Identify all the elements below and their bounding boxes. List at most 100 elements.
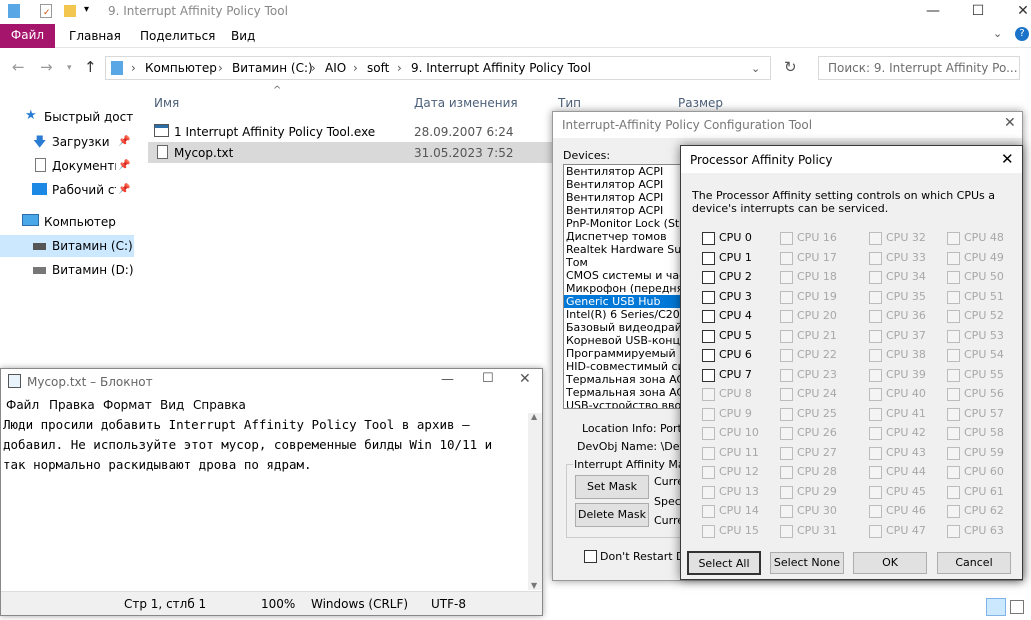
cpu-25-label: CPU 25 [797, 406, 837, 420]
device-list-item[interactable]: USB-устройство ввода [564, 399, 687, 408]
menu-edit[interactable]: Правка [49, 398, 95, 412]
ribbon-tab-home[interactable]: Главная [69, 29, 121, 43]
cpu-10-checkbox [702, 427, 715, 440]
cpu-6-checkbox[interactable] [702, 349, 715, 362]
device-list-item[interactable]: Realtek Hardware Suppo [564, 243, 687, 256]
file-name[interactable]: Мусор.txt [174, 146, 233, 160]
device-list[interactable]: Вентилятор ACPI Вентилятор ACPI Вентилятор… [563, 164, 688, 409]
cpu-23-label: CPU 23 [797, 367, 837, 381]
window-title: 9. Interrupt Affinity Policy Tool [108, 4, 288, 18]
sidebar-item-desktop[interactable]: Рабочий стол [52, 183, 116, 205]
cpu-0-checkbox[interactable] [702, 232, 715, 245]
breadcrumb-computer[interactable]: Компьютер [145, 61, 217, 75]
select-all-button[interactable]: Select All [687, 551, 761, 575]
ribbon-expand-icon[interactable]: ⌄ [993, 27, 1002, 40]
close-button[interactable]: ✕ [519, 371, 531, 387]
device-list-item[interactable]: Микрофон (передняя п [564, 282, 687, 295]
menu-file[interactable]: Файл [6, 398, 39, 412]
cpu-29-label: CPU 29 [797, 484, 837, 498]
device-list-item[interactable]: HID-совместимый систе [564, 360, 687, 373]
sidebar-item-documents[interactable]: Документы [52, 159, 116, 181]
cpu-2-checkbox[interactable] [702, 271, 715, 284]
pin-icon[interactable]: 📌 [118, 160, 130, 171]
sidebar-item-drive-c[interactable]: Витамин (C:) [52, 239, 133, 261]
sidebar-item-drive-d[interactable]: Витамин (D:) [52, 263, 134, 285]
device-list-item[interactable]: Базовый видеодрайвер [564, 321, 687, 334]
breadcrumb-soft[interactable]: soft [367, 61, 389, 75]
notepad-text-area[interactable]: Люди просили добавить Interrupt Affinity… [3, 415, 528, 475]
menu-format[interactable]: Формат [103, 398, 152, 412]
properties-icon[interactable]: ✓ [40, 4, 52, 18]
ribbon-tab-share[interactable]: Поделиться [140, 29, 215, 43]
cancel-button[interactable]: Cancel [937, 552, 1011, 574]
delete-mask-button[interactable]: Delete Mask [575, 503, 649, 527]
ok-button[interactable]: OK [853, 552, 927, 574]
maximize-button[interactable]: ☐ [482, 371, 494, 386]
address-dropdown-icon[interactable]: ⌄ [751, 62, 760, 75]
tiles-view-icon[interactable] [1010, 600, 1024, 614]
breadcrumb-sep-icon: › [218, 61, 223, 75]
menu-view[interactable]: Вид [160, 398, 184, 412]
column-date[interactable]: Дата изменения [414, 96, 518, 110]
quick-access-dropdown-icon[interactable]: ▾ [84, 4, 89, 15]
device-list-item[interactable]: Вентилятор ACPI [564, 178, 687, 191]
cpu-3-checkbox[interactable] [702, 290, 715, 304]
cpu-55-label: CPU 55 [964, 367, 1004, 381]
close-button[interactable]: ✕ [1001, 150, 1014, 168]
device-list-item[interactable]: Корневой USB-концент [564, 334, 687, 347]
breadcrumb-drive[interactable]: Витамин (C:) [232, 61, 313, 75]
breadcrumb-current[interactable]: 9. Interrupt Affinity Policy Tool [411, 61, 591, 75]
minimize-button[interactable]: — [910, 0, 956, 24]
sidebar-item-quick-access[interactable]: Быстрый доступ [44, 110, 133, 132]
column-size[interactable]: Размер [678, 96, 723, 110]
close-button[interactable]: ✕ [1004, 115, 1016, 131]
device-list-item[interactable]: Intel(R) 6 Series/C200 S [564, 308, 687, 321]
cpu-5-checkbox[interactable] [702, 329, 715, 343]
close-button[interactable]: ✕ [1000, 0, 1031, 24]
device-list-item[interactable]: Диспетчер томов [564, 230, 687, 243]
device-list-item[interactable]: PnP-Monitor Lock (Stand [564, 217, 687, 230]
recent-dropdown-icon[interactable]: ▾ [67, 63, 72, 73]
minimize-button[interactable]: — [441, 372, 454, 387]
device-list-item[interactable]: Вентилятор ACPI [564, 191, 687, 204]
cpu-19-label: CPU 19 [797, 289, 837, 303]
dont-restart-checkbox[interactable] [584, 550, 597, 563]
device-list-item[interactable]: Том [564, 256, 687, 269]
device-list-item[interactable]: Термальная зона ACPI [564, 373, 687, 386]
set-mask-button[interactable]: Set Mask [575, 475, 649, 499]
back-icon[interactable]: ← [12, 58, 25, 76]
search-input[interactable]: Поиск: 9. Interrupt Affinity Po... [818, 56, 1020, 80]
maximize-button[interactable]: ☐ [955, 0, 1001, 24]
cpu-4-checkbox[interactable] [702, 310, 715, 323]
cpu-49-checkbox [947, 251, 960, 265]
up-icon[interactable]: ↑ [84, 58, 97, 76]
new-folder-icon[interactable] [64, 5, 76, 17]
cpu-7-checkbox[interactable] [702, 368, 715, 382]
device-list-item[interactable]: Generic USB Hub [564, 295, 687, 308]
device-list-item[interactable]: CMOS системы и часы р [564, 269, 687, 282]
select-none-button[interactable]: Select None [770, 552, 844, 574]
device-list-item[interactable]: Термальная зона ACPI [564, 386, 687, 399]
cpu-47-checkbox [869, 524, 882, 538]
title-bar: ✓ ▾ 9. Interrupt Affinity Policy Tool — … [0, 0, 1031, 24]
pin-icon[interactable]: 📌 [118, 136, 130, 147]
device-list-item[interactable]: Вентилятор ACPI [564, 165, 687, 178]
file-name[interactable]: 1 Interrupt Affinity Policy Tool.exe [174, 125, 375, 139]
column-type[interactable]: Тип [558, 96, 581, 110]
details-view-icon[interactable] [986, 598, 1006, 616]
menu-help[interactable]: Справка [193, 398, 246, 412]
device-list-item[interactable]: Вентилятор ACPI [564, 204, 687, 217]
ribbon-tab-view[interactable]: Вид [231, 29, 255, 43]
sidebar-item-downloads[interactable]: Загрузки [52, 135, 110, 157]
breadcrumb-aio[interactable]: AIO [325, 61, 346, 75]
pin-icon[interactable]: 📌 [118, 184, 130, 195]
help-icon[interactable]: ? [1015, 27, 1029, 41]
forward-icon[interactable]: → [40, 58, 53, 76]
ribbon-file-tab[interactable]: Файл [0, 24, 55, 48]
refresh-icon[interactable]: ↻ [784, 58, 797, 76]
sidebar-item-computer[interactable]: Компьютер [44, 215, 116, 237]
cpu-1-checkbox[interactable] [702, 251, 715, 265]
vertical-scrollbar[interactable]: ▲ ▼ [528, 412, 542, 590]
column-name[interactable]: Имя [154, 96, 179, 110]
device-list-item[interactable]: Программируемый конт [564, 347, 687, 360]
